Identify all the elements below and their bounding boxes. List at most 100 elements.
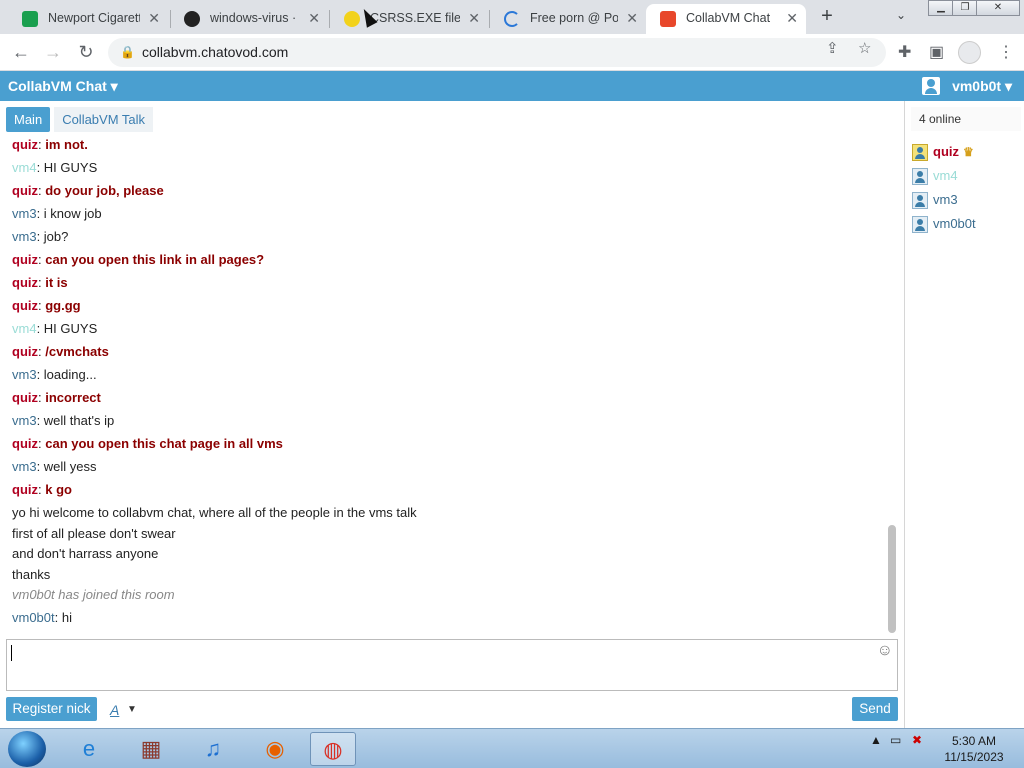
room-tabs: Main CollabVM Talk <box>6 107 157 133</box>
room-notice-line: thanks <box>12 566 51 582</box>
new-tab-button[interactable]: + <box>816 5 838 27</box>
register-nick-button[interactable]: Register nick <box>6 697 97 721</box>
message-nick[interactable]: vm3 <box>12 367 37 382</box>
browser-tab-1[interactable]: Newport Cigarettes ✕ <box>8 4 168 34</box>
chat-message: quiz: do your job, please <box>12 183 164 198</box>
message-nick[interactable]: quiz <box>12 482 38 497</box>
browser-tab-3[interactable]: CSRSS.EXE file tro ✕ <box>330 4 488 34</box>
message-input[interactable]: ☺ <box>6 639 898 691</box>
message-nick[interactable]: quiz <box>12 390 38 405</box>
message-nick[interactable]: quiz <box>12 183 38 198</box>
message-nick[interactable]: vm3 <box>12 459 37 474</box>
message-nick[interactable]: vm4 <box>12 321 37 336</box>
browser-tab-active[interactable]: CollabVM Chat ✕ <box>646 4 806 34</box>
brand-menu[interactable]: CollabVM Chat ▾ <box>8 78 118 95</box>
message-nick[interactable]: vm3 <box>12 229 37 244</box>
start-orb-icon[interactable] <box>8 731 46 767</box>
message-nick[interactable]: vm4 <box>12 160 37 175</box>
join-notice: vm0b0t has joined this room <box>12 587 175 602</box>
media-center-icon[interactable]: ▦ <box>128 732 174 766</box>
tab-collabvm-talk[interactable]: CollabVM Talk <box>54 107 154 132</box>
lock-icon: 🔒 <box>120 45 135 59</box>
message-nick[interactable]: vm0b0t <box>12 610 55 625</box>
user-name: quiz <box>933 144 959 159</box>
room-notice-line: and don't harrass anyone <box>12 546 159 561</box>
user-icon <box>912 168 928 185</box>
browser-tab-2[interactable]: windows-virus · G ✕ <box>170 4 328 34</box>
clock-date: 11/15/2023 <box>944 750 1004 764</box>
message-nick[interactable]: quiz <box>12 137 38 152</box>
close-window-button[interactable]: ✕ <box>976 0 1020 16</box>
itunes-icon[interactable]: ♫ <box>190 732 236 766</box>
extensions-puzzle-icon[interactable]: ✚ <box>898 42 911 62</box>
tab-title: Newport Cigarettes <box>48 11 140 25</box>
internet-explorer-icon[interactable]: e <box>66 732 112 766</box>
user-item-quiz[interactable]: quiz ♛ <box>911 142 976 166</box>
font-style-button[interactable]: A <box>110 702 119 718</box>
network-icon[interactable]: ▭ <box>890 733 901 747</box>
browser-tab-4[interactable]: Free porn @ Porn ✕ <box>490 4 646 34</box>
tab-main[interactable]: Main <box>6 107 51 132</box>
url-text[interactable]: collabvm.chatovod.com <box>142 44 288 60</box>
volume-muted-icon[interactable]: ✖ <box>912 733 922 747</box>
current-user-menu[interactable]: vm0b0t ▾ <box>952 78 1012 95</box>
message-text: loading... <box>43 367 97 382</box>
back-arrow-icon[interactable]: ← <box>10 42 32 64</box>
chat-message: vm3: well that's ip <box>12 413 115 428</box>
chrome-icon[interactable]: ◍ <box>310 732 356 766</box>
reload-icon[interactable]: ↻ <box>75 42 97 64</box>
newport-favicon-icon <box>22 11 38 27</box>
chat-scrollbar[interactable] <box>888 525 896 633</box>
firefox-icon[interactable]: ◉ <box>252 732 298 766</box>
message-text: gg.gg <box>45 298 81 313</box>
message-text: k go <box>45 482 72 497</box>
tab-search-chevron-icon[interactable]: ⌄ <box>896 8 906 22</box>
chat-message: quiz: can you open this chat page in all… <box>12 436 283 451</box>
message-text: HI GUYS <box>43 321 98 336</box>
close-tab-icon[interactable]: ✕ <box>148 4 160 32</box>
message-text: job? <box>43 229 69 244</box>
user-list: quiz ♛ vm4 vm3 vm0b0t <box>911 142 976 238</box>
user-item-vm3[interactable]: vm3 <box>911 190 976 214</box>
message-nick[interactable]: quiz <box>12 298 38 313</box>
message-nick[interactable]: vm3 <box>12 206 37 221</box>
close-tab-icon[interactable]: ✕ <box>468 4 480 32</box>
message-nick[interactable]: vm3 <box>12 413 37 428</box>
share-icon[interactable]: ⇪ <box>826 39 839 57</box>
show-hidden-icons-chevron-icon[interactable]: ▲ <box>870 733 882 747</box>
close-tab-icon[interactable]: ✕ <box>308 4 320 32</box>
restore-button[interactable]: ❐ <box>952 0 978 16</box>
text-caret <box>11 645 12 661</box>
message-nick[interactable]: quiz <box>12 252 38 267</box>
message-nick[interactable]: quiz <box>12 275 38 290</box>
loading-spinner-icon <box>504 11 520 27</box>
profile-avatar[interactable] <box>958 41 981 64</box>
system-clock[interactable]: 5:30 AM 11/15/2023 <box>936 733 1012 765</box>
bookmark-star-icon[interactable]: ☆ <box>858 39 871 57</box>
message-nick[interactable]: quiz <box>12 436 38 451</box>
side-panel-icon[interactable]: ▣ <box>929 42 944 62</box>
online-count: 4 online <box>911 107 1021 131</box>
user-name: vm0b0t <box>933 216 976 231</box>
address-bar[interactable]: 🔒 collabvm.chatovod.com <box>108 38 886 67</box>
message-nick[interactable]: quiz <box>12 344 38 359</box>
user-icon <box>912 144 928 161</box>
close-tab-icon[interactable]: ✕ <box>626 4 638 32</box>
close-tab-icon[interactable]: ✕ <box>786 4 798 32</box>
message-text: do your job, please <box>45 183 164 198</box>
chevron-down-icon[interactable]: ▼ <box>127 704 137 715</box>
forward-arrow-icon[interactable]: → <box>42 42 64 64</box>
minimize-button[interactable]: ▁ <box>928 0 954 16</box>
smiley-icon[interactable]: ☺ <box>877 642 893 660</box>
user-name: vm4 <box>933 168 958 183</box>
user-item-vm4[interactable]: vm4 <box>911 166 976 190</box>
message-text: HI GUYS <box>43 160 98 175</box>
send-button[interactable]: Send <box>852 697 898 721</box>
menu-kebab-icon[interactable]: ⋮ <box>998 42 1014 62</box>
user-item-vm0b0t[interactable]: vm0b0t <box>911 214 976 238</box>
user-name: vm3 <box>933 192 958 207</box>
message-text: i know job <box>43 206 102 221</box>
chat-message: vm0b0t: hi <box>12 610 72 625</box>
chat-message: vm3: loading... <box>12 367 97 382</box>
browser-tab-strip: Newport Cigarettes ✕ windows-virus · G ✕… <box>0 0 1024 34</box>
